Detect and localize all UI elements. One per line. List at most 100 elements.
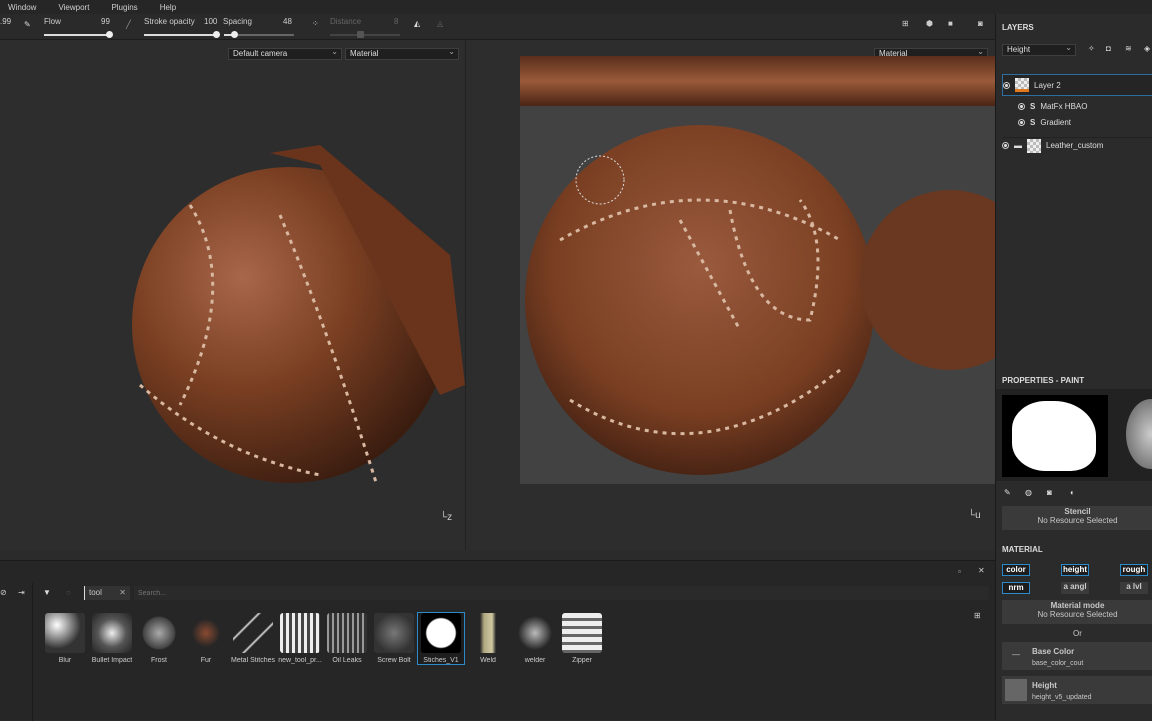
- camera-icon[interactable]: ■: [948, 19, 953, 28]
- layer-name: Gradient: [1040, 117, 1072, 127]
- filter-icon[interactable]: ▼: [43, 588, 51, 597]
- spacing-label: Spacing: [223, 17, 252, 26]
- shelf-item-thumbnail: [562, 613, 602, 653]
- symmetry-icon[interactable]: ◭: [414, 19, 420, 28]
- material-title: MATERIAL: [1002, 545, 1043, 554]
- shelf-item-thumbnail: [468, 613, 508, 653]
- distance-label: Distance: [330, 17, 362, 26]
- hide-icon[interactable]: ⊘: [0, 588, 7, 597]
- texture-strip: [520, 56, 996, 106]
- visibility-icon[interactable]: [1018, 118, 1025, 126]
- viewport-2d[interactable]: Material └u: [465, 40, 996, 550]
- close-icon[interactable]: ✕: [978, 566, 985, 575]
- layer-name: Leather_custom: [1046, 141, 1104, 150]
- base-color-label: Base Color: [1032, 647, 1075, 656]
- shelf-item-label: new_tool_pr...: [278, 657, 322, 664]
- channel-color-button[interactable]: color: [1002, 564, 1030, 576]
- shelf-item[interactable]: Zipper: [559, 613, 605, 664]
- layer-item-gradient[interactable]: S Gradient: [1018, 114, 1071, 130]
- distance-slider[interactable]: [330, 31, 400, 38]
- shelf-item-thumbnail: [280, 613, 320, 653]
- grid-view-icon[interactable]: ⊞: [974, 611, 981, 620]
- shelf-item[interactable]: Frost: [136, 613, 182, 664]
- menu-viewport[interactable]: Viewport: [58, 3, 89, 12]
- menu-help[interactable]: Help: [160, 3, 176, 12]
- stencil-value: No Resource Selected: [1037, 516, 1118, 525]
- menu-plugins[interactable]: Plugins: [111, 3, 137, 12]
- material-mode-label: Material mode: [1050, 601, 1105, 610]
- spacing-slider[interactable]: [224, 31, 294, 38]
- add-layer-icon[interactable]: ≋: [1125, 44, 1132, 53]
- layer-thumbnail: [1015, 78, 1029, 92]
- shelf-item[interactable]: Bullet Impact: [89, 613, 135, 664]
- base-color-value: base_color_cout: [1032, 660, 1084, 667]
- channel-a-angl-button[interactable]: a angl: [1061, 582, 1089, 594]
- shelf-item[interactable]: Stiches_V1: [417, 612, 465, 665]
- shelf-item-thumbnail: [327, 613, 367, 653]
- shelf-item[interactable]: Fur: [183, 613, 229, 664]
- height-slot[interactable]: Height height_v5_updated: [1002, 676, 1152, 704]
- remove-tag-icon[interactable]: ✕: [119, 588, 126, 597]
- viewport-mode-dropdown[interactable]: Material: [345, 47, 459, 60]
- menu-bar: Window Viewport Plugins Help: [0, 0, 1152, 14]
- add-effect-icon[interactable]: ✧: [1088, 44, 1095, 53]
- shelf-item[interactable]: new_tool_pr...: [277, 613, 323, 664]
- layer-item-layer-2[interactable]: Layer 2: [1002, 74, 1152, 96]
- shelf-item[interactable]: Oil Leaks: [324, 613, 370, 664]
- viewport-3d[interactable]: Default camera Material └z: [0, 40, 465, 550]
- shelf-item[interactable]: welder: [512, 613, 558, 664]
- pen-icon[interactable]: ╱: [126, 20, 131, 29]
- brush-icon[interactable]: ✎: [24, 20, 31, 29]
- stroke-opacity-slider[interactable]: [144, 31, 220, 38]
- flow-slider[interactable]: [44, 31, 113, 38]
- visibility-icon[interactable]: [1003, 81, 1010, 89]
- shelf-item-thumbnail: [515, 613, 555, 653]
- height-label: Height: [1032, 681, 1057, 690]
- spacing-value: 48: [283, 17, 292, 26]
- shelf-search-input[interactable]: [134, 586, 989, 600]
- import-icon[interactable]: ⇥: [18, 588, 25, 597]
- layer-channel-dropdown[interactable]: Height: [1002, 43, 1076, 56]
- channel-height-button[interactable]: height: [1061, 564, 1089, 576]
- shelf-item[interactable]: Blur: [42, 613, 88, 664]
- menu-window[interactable]: Window: [8, 3, 36, 12]
- shelf-item-label: Fur: [200, 657, 212, 664]
- material-mode-value: No Resource Selected: [1037, 610, 1118, 619]
- channel-rough-button[interactable]: rough: [1120, 564, 1148, 576]
- axis-gizmo-icon: └z: [440, 512, 453, 523]
- layer-item-leather-custom[interactable]: ▬ Leather_custom: [1002, 137, 1152, 153]
- base-color-slot[interactable]: — Base Color base_color_cout: [1002, 642, 1152, 670]
- visibility-icon[interactable]: [1002, 142, 1009, 149]
- material-tab-icon[interactable]: ◐: [1070, 488, 1075, 497]
- stencil-slot[interactable]: Stencil No Resource Selected: [1002, 506, 1152, 530]
- effect-icon: S: [1030, 101, 1036, 111]
- split-view-icon[interactable]: ⊞: [902, 19, 909, 28]
- maximize-icon[interactable]: ▫: [958, 567, 961, 576]
- base-color-thumb: —: [1012, 650, 1020, 659]
- cube-icon[interactable]: ⬢: [926, 19, 933, 28]
- material-mode-slot[interactable]: Material mode No Resource Selected: [1002, 600, 1152, 624]
- layer-item-matfx-hbao[interactable]: S MatFx HBAO: [1018, 98, 1087, 114]
- shelf-item[interactable]: Screw Bolt: [371, 613, 417, 664]
- visibility-icon[interactable]: [1018, 102, 1025, 110]
- stencil-label: Stencil: [1064, 507, 1091, 516]
- camera-dropdown[interactable]: Default camera: [228, 47, 342, 60]
- shelf-item[interactable]: Metal Stitches: [230, 613, 276, 664]
- channel-nrm-button[interactable]: nrm: [1002, 582, 1030, 594]
- brush-tab-icon[interactable]: ✎: [1004, 488, 1011, 497]
- shelf-item-label: Weld: [480, 657, 496, 664]
- add-mask-icon[interactable]: ◘: [1106, 44, 1111, 53]
- stencil-tab-icon[interactable]: ◙: [1047, 488, 1052, 497]
- screenshot-icon[interactable]: ◙: [978, 19, 983, 28]
- lazy-mouse-icon[interactable]: ⁘: [312, 19, 319, 28]
- clear-filter-icon[interactable]: ○: [66, 588, 71, 597]
- shelf-item-thumbnail: [186, 613, 226, 653]
- filter-tag[interactable]: tool ✕: [84, 586, 130, 600]
- channel-a-lvl-button[interactable]: a lvl: [1120, 582, 1148, 594]
- position-icon[interactable]: ◬: [437, 19, 443, 28]
- alpha-tab-icon[interactable]: ◍: [1025, 488, 1032, 497]
- add-fill-icon[interactable]: ◈: [1144, 44, 1150, 53]
- stroke-opacity-value: 100: [204, 17, 218, 26]
- shelf-item[interactable]: Weld: [465, 613, 511, 664]
- layer-name: MatFx HBAO: [1040, 101, 1088, 111]
